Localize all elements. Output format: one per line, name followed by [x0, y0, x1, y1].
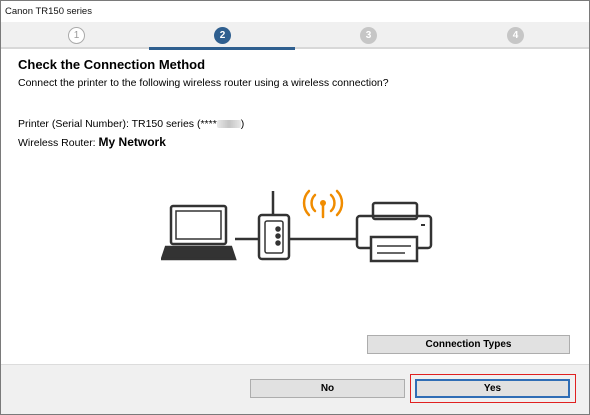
step-2-active: 2 [214, 27, 231, 44]
router-name: My Network [98, 135, 166, 149]
connection-diagram [161, 189, 433, 263]
printer-info: Printer (Serial Number): TR150 series (*… [18, 118, 244, 130]
window-title: Canon TR150 series [5, 6, 92, 17]
router-label: Wireless Router: [18, 137, 99, 149]
printer-label: Printer (Serial Number): TR150 series (*… [18, 118, 217, 130]
step-3-pending: 3 [360, 27, 377, 44]
no-button[interactable]: No [250, 379, 405, 398]
serial-redaction [216, 120, 241, 129]
wifi-signal-icon [302, 189, 344, 219]
page-title: Check the Connection Method [18, 57, 206, 72]
laptop-icon [161, 204, 237, 261]
installer-window: Canon TR150 series 1 2 3 4 Check the Con… [0, 0, 590, 415]
main-content: Check the Connection Method Connect the … [1, 49, 589, 364]
printer-suffix: ) [240, 118, 245, 130]
router-info: Wireless Router: My Network [18, 135, 166, 149]
connection-types-button[interactable]: Connection Types [367, 335, 570, 354]
printer-icon [355, 201, 433, 263]
router-icon [257, 191, 291, 261]
step-progress: 1 2 3 4 [1, 22, 589, 50]
yes-button[interactable]: Yes [415, 379, 570, 398]
connection-prompt: Connect the printer to the following wir… [18, 77, 389, 89]
step-4-pending: 4 [507, 27, 524, 44]
step-1-done: 1 [68, 27, 85, 44]
